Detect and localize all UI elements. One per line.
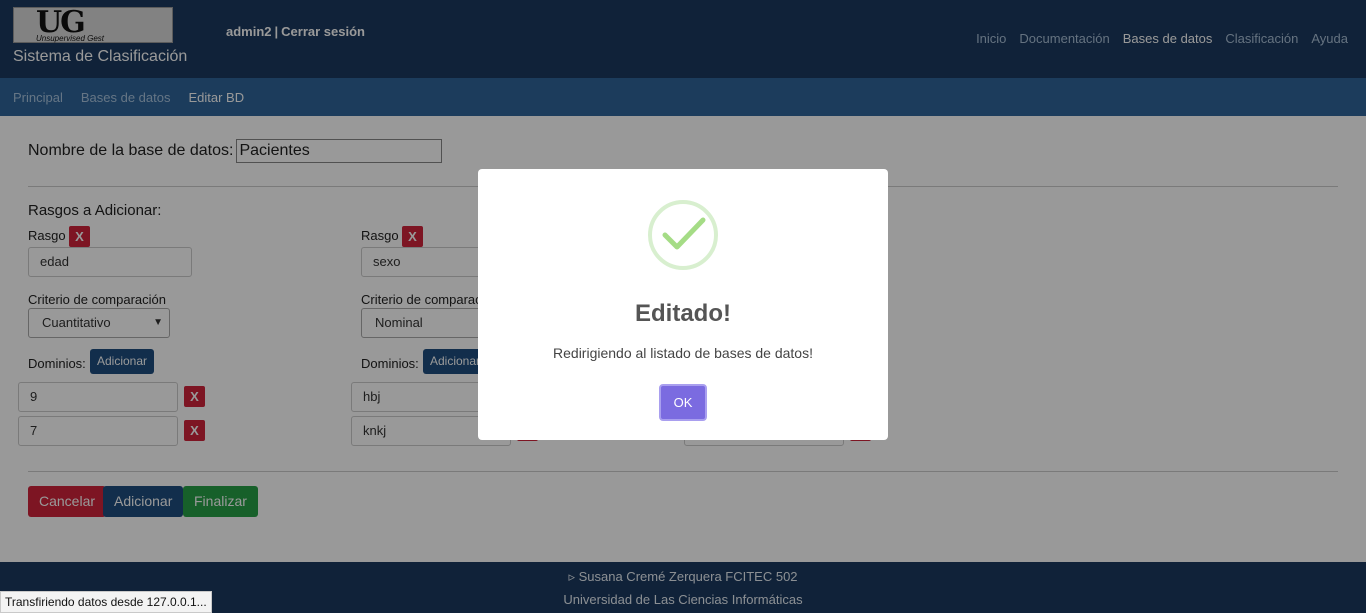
ok-button[interactable]: OK — [659, 384, 707, 421]
browser-status-bar: Transfiriendo datos desde 127.0.0.1... — [0, 591, 212, 613]
success-check-icon — [648, 200, 718, 270]
dialog-title: Editado! — [635, 300, 731, 327]
success-dialog: Editado! Redirigiendo al listado de base… — [478, 169, 888, 440]
checkmark-icon — [662, 217, 706, 250]
dialog-message: Redirigiendo al listado de bases de dato… — [553, 345, 813, 361]
